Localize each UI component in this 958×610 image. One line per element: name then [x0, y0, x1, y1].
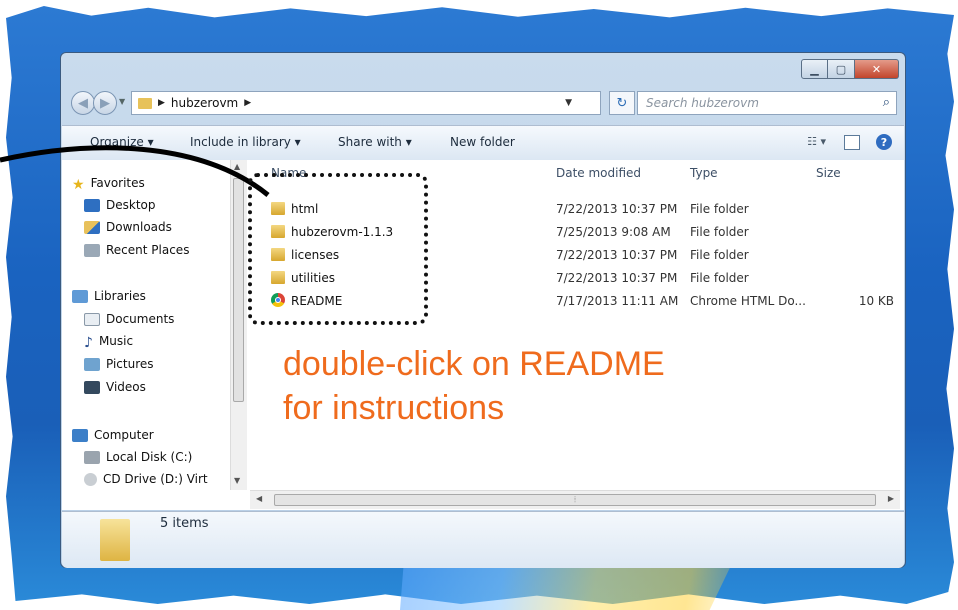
annotation-line-1: double-click on README [283, 345, 665, 383]
annotation-text: double-click on README for instructions [283, 342, 665, 430]
highlight-box [248, 173, 428, 325]
annotation-line-2: for instructions [283, 389, 505, 427]
arrow-line [0, 145, 270, 197]
annotation-arrow [0, 145, 270, 197]
